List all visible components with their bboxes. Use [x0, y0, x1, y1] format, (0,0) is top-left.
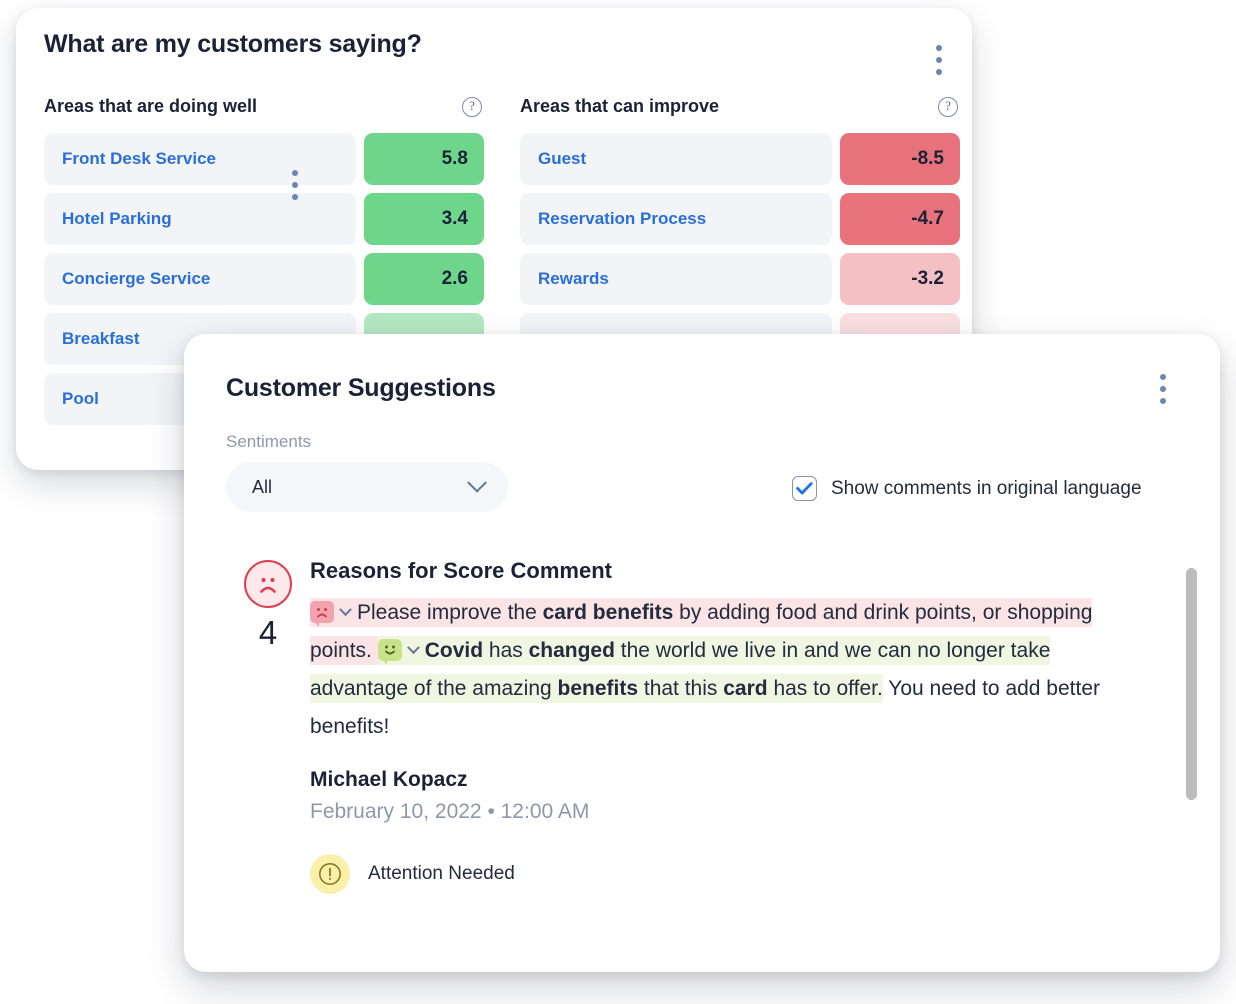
area-score-bar: 2.6	[364, 253, 484, 305]
comment-author: Michael Kopacz	[310, 768, 1174, 792]
help-circle-icon[interactable]: ?	[462, 97, 482, 117]
sad-bubble-icon[interactable]	[310, 601, 334, 623]
kebab-dot	[936, 57, 942, 63]
list-item[interactable]: Reservation Process -4.7	[520, 193, 960, 245]
column-header: Areas that are doing well ?	[44, 96, 484, 117]
kebab-menu-icon[interactable]	[1160, 374, 1166, 404]
list-item[interactable]: Concierge Service 2.6	[44, 253, 484, 305]
kebab-dot	[1160, 374, 1166, 380]
comment-block: 4 Reasons for Score Comment Please impro…	[226, 556, 1174, 894]
kebab-dot	[936, 69, 942, 75]
segment-bold-2: Covid	[425, 639, 483, 662]
segment-text-6: has to offer.	[768, 677, 883, 700]
area-score-bar: -3.2	[840, 253, 960, 305]
customer-suggestions-card: Customer Suggestions Sentiments All Show…	[184, 334, 1220, 972]
segment-bold-3: changed	[529, 639, 615, 662]
comment-score: 4	[259, 614, 277, 652]
handle-dot	[292, 182, 298, 188]
checkbox[interactable]	[792, 476, 817, 501]
area-score-bar: 3.4	[364, 193, 484, 245]
segment-text-5: that this	[638, 677, 723, 700]
comment-datetime: February 10, 2022 • 12:00 AM	[310, 800, 1174, 824]
sentiments-label: Sentiments	[226, 432, 311, 452]
segment-bold-4: benefits	[558, 677, 639, 700]
show-original-language-label: Show comments in original language	[831, 478, 1142, 500]
handle-dot	[292, 170, 298, 176]
check-icon	[796, 482, 813, 495]
area-score-bar: -4.7	[840, 193, 960, 245]
status-badge: Attention Needed	[310, 854, 1174, 894]
area-label[interactable]: Front Desk Service	[44, 133, 356, 185]
area-label[interactable]: Hotel Parking	[44, 193, 356, 245]
kebab-menu-icon[interactable]	[936, 45, 942, 75]
area-score-bar: -8.5	[840, 133, 960, 185]
drag-handle-dots-icon[interactable]	[292, 170, 298, 200]
score-column: 4	[226, 556, 310, 894]
area-label[interactable]: Reservation Process	[520, 193, 832, 245]
panel-title: Customer Suggestions	[226, 374, 496, 403]
segment-bold-1: card benefits	[543, 601, 674, 624]
sentiments-select[interactable]: All	[226, 462, 508, 512]
column-title: Areas that can improve	[520, 96, 719, 117]
exclamation-circle-icon	[310, 854, 350, 894]
segment-bold-5: card	[723, 677, 767, 700]
area-label[interactable]: Guest	[520, 133, 832, 185]
kebab-dot	[1160, 386, 1166, 392]
status-label: Attention Needed	[368, 863, 515, 885]
sentiments-select-value: All	[252, 477, 272, 498]
sad-face-icon	[244, 560, 292, 608]
kebab-dot	[936, 45, 942, 51]
list-item[interactable]: Guest -8.5	[520, 133, 960, 185]
show-original-language-toggle[interactable]: Show comments in original language	[792, 476, 1142, 501]
screenshot-root: What are my customers saying? Areas that…	[0, 0, 1236, 1004]
handle-dot	[292, 194, 298, 200]
comment-text: Please improve the card benefits by addi…	[310, 594, 1150, 746]
list-item[interactable]: Front Desk Service 5.8	[44, 133, 484, 185]
area-label[interactable]: Rewards	[520, 253, 832, 305]
chevron-down-icon[interactable]	[339, 603, 352, 616]
smile-bubble-icon[interactable]	[378, 639, 402, 661]
comment-heading: Reasons for Score Comment	[310, 558, 1174, 584]
list-item[interactable]: Rewards -3.2	[520, 253, 960, 305]
help-circle-icon[interactable]: ?	[938, 97, 958, 117]
column-title: Areas that are doing well	[44, 96, 257, 117]
area-label[interactable]: Concierge Service	[44, 253, 356, 305]
chevron-down-icon[interactable]	[407, 641, 420, 654]
comment-body: Reasons for Score Comment Please improve…	[310, 556, 1174, 894]
list-item[interactable]: Hotel Parking 3.4	[44, 193, 484, 245]
segment-text-3: has	[483, 639, 529, 662]
chevron-down-icon	[467, 473, 487, 493]
segment-text-1: Please improve the	[357, 601, 543, 624]
page-title: What are my customers saying?	[44, 30, 422, 59]
vertical-scrollbar[interactable]	[1186, 568, 1197, 800]
area-score-bar: 5.8	[364, 133, 484, 185]
kebab-dot	[1160, 398, 1166, 404]
column-header: Areas that can improve ?	[520, 96, 960, 117]
